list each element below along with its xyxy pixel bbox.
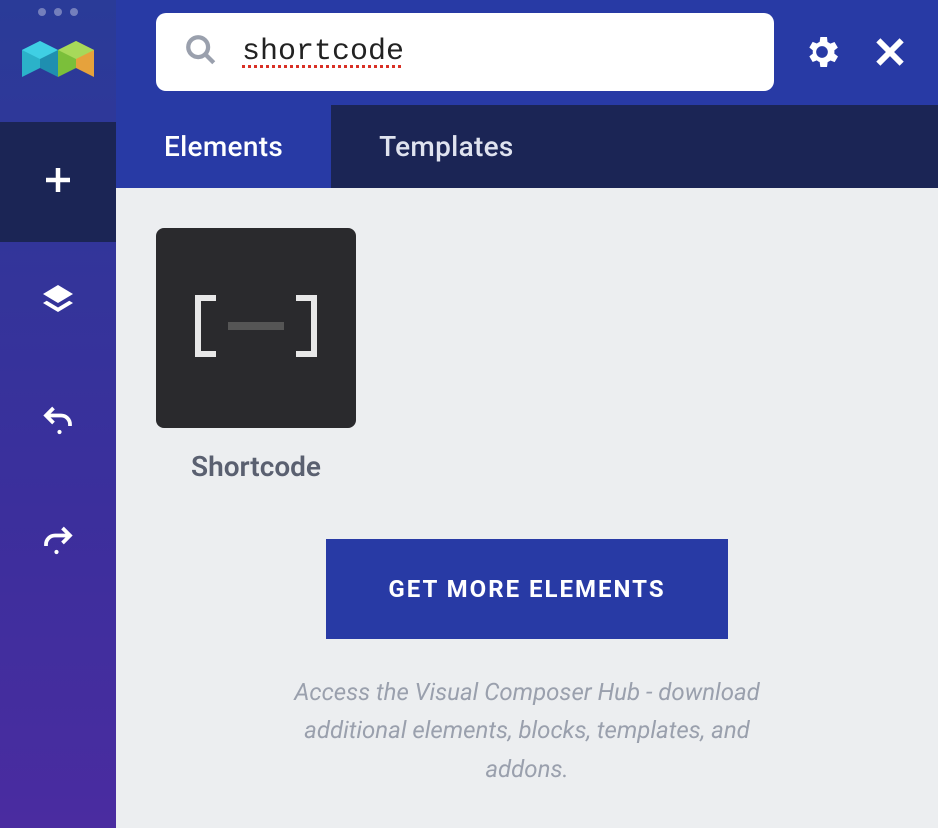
hub-description: Access the Visual Composer Hub - downloa… <box>267 673 787 788</box>
add-element-button[interactable] <box>0 122 116 242</box>
panel-header <box>116 0 938 105</box>
tab-templates[interactable]: Templates <box>331 105 562 188</box>
redo-icon <box>40 522 76 562</box>
window-dots <box>38 8 78 16</box>
element-card-shortcode[interactable]: Shortcode <box>156 228 356 483</box>
get-more-elements-button[interactable]: GET MORE ELEMENTS <box>326 539 727 639</box>
content-area: Shortcode GET MORE ELEMENTS Access the V… <box>116 188 938 828</box>
shortcode-icon <box>186 286 326 370</box>
settings-button[interactable] <box>802 32 842 72</box>
search-box <box>156 13 774 91</box>
undo-icon <box>40 402 76 442</box>
search-input[interactable] <box>242 35 746 69</box>
main-panel: Elements Templates Shortcode GET M <box>116 0 938 828</box>
plus-icon <box>40 162 76 202</box>
close-button[interactable] <box>870 32 910 72</box>
redo-button[interactable] <box>0 482 116 602</box>
elements-grid: Shortcode <box>156 228 898 483</box>
app-logo <box>22 32 94 86</box>
left-sidebar <box>0 0 116 828</box>
layers-icon <box>40 282 76 322</box>
close-icon <box>870 32 910 72</box>
tab-elements[interactable]: Elements <box>116 105 331 188</box>
undo-button[interactable] <box>0 362 116 482</box>
tab-bar: Elements Templates <box>116 105 938 188</box>
element-thumbnail <box>156 228 356 428</box>
search-icon <box>184 33 218 71</box>
hub-section: GET MORE ELEMENTS Access the Visual Comp… <box>156 539 898 788</box>
element-label: Shortcode <box>156 450 356 483</box>
gear-icon <box>802 32 842 72</box>
layers-button[interactable] <box>0 242 116 362</box>
